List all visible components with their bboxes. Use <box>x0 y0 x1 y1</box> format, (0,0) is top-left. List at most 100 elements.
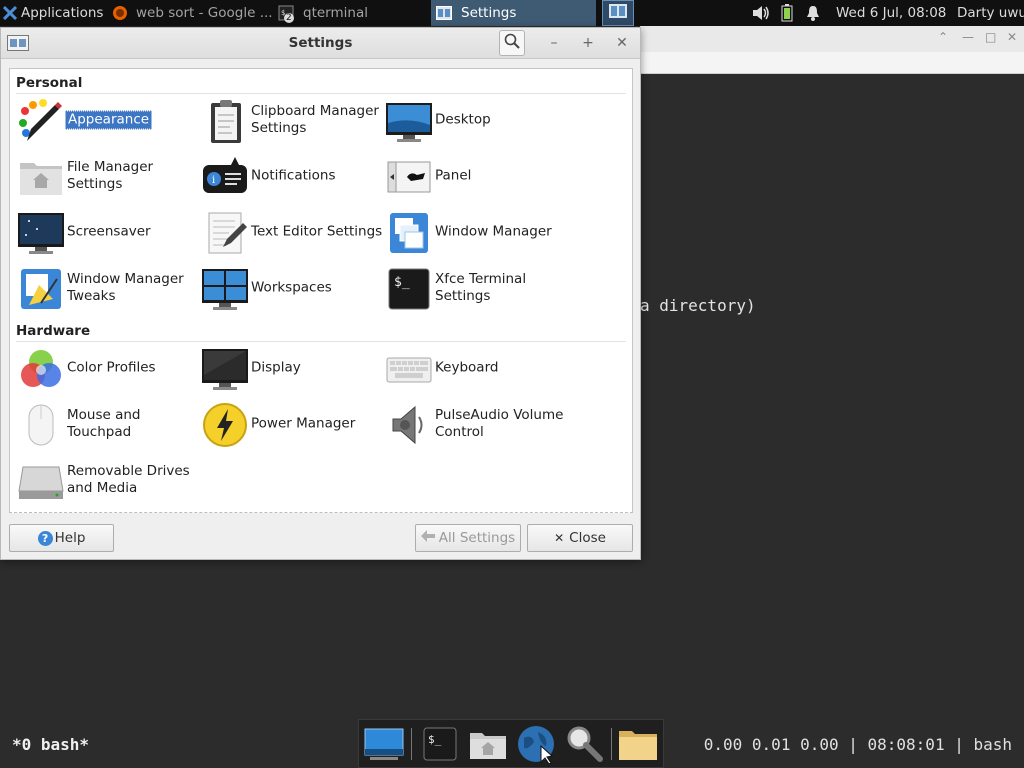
search-button[interactable] <box>499 30 525 56</box>
item-pulseaudio[interactable]: PulseAudio Volume Control <box>385 399 569 449</box>
item-clipboard-manager[interactable]: Clipboard Manager Settings <box>201 95 385 145</box>
close-label: Close <box>569 530 606 546</box>
color-profiles-icon <box>17 345 65 393</box>
help-label: Help <box>54 530 86 546</box>
workspace-switcher[interactable] <box>602 0 634 26</box>
terminal-output-line: a directory) <box>640 296 756 315</box>
item-label-pulseaudio: PulseAudio Volume Control <box>435 407 564 440</box>
item-label-panel: Panel <box>435 167 472 184</box>
minimize-icon: – <box>550 35 558 51</box>
terminal-close-button[interactable]: ✕ <box>1007 30 1017 44</box>
task-settings[interactable]: Settings <box>431 0 596 26</box>
terminal-maximize-button[interactable]: □ <box>985 30 996 44</box>
task-settings-label: Settings <box>461 5 517 21</box>
workspace-icon <box>608 3 628 23</box>
item-window-manager[interactable]: Window Manager <box>385 207 569 257</box>
home-folder-icon[interactable] <box>467 723 509 765</box>
battery-icon[interactable] <box>781 0 795 26</box>
terminal-launcher-icon[interactable]: $_ <box>419 723 461 765</box>
top-panel: Applications web sort - Google ... $ 2 q… <box>0 0 1024 26</box>
search-icon <box>504 33 520 53</box>
volume-icon[interactable] <box>752 0 772 26</box>
search-app-icon[interactable] <box>563 723 605 765</box>
workspaces-icon <box>201 265 249 313</box>
item-label-power-manager: Power Manager <box>251 415 356 432</box>
section-divider <box>16 93 626 94</box>
help-icon: ? <box>37 530 53 546</box>
item-label-workspaces: Workspaces <box>251 279 332 296</box>
item-terminal-settings[interactable]: $_ Xfce Terminal Settings <box>385 263 569 313</box>
item-label-display: Display <box>251 359 301 376</box>
item-label-removable-drives: Removable Drives and Media <box>67 463 190 496</box>
item-label-clipboard-manager: Clipboard Manager Settings <box>251 103 379 136</box>
web-browser-icon[interactable] <box>515 723 557 765</box>
svg-text:$_: $_ <box>428 733 442 746</box>
all-settings-button[interactable]: All Settings <box>415 524 521 552</box>
item-label-mouse-touchpad: Mouse and Touchpad <box>67 407 141 440</box>
display-icon <box>201 345 249 393</box>
notifications-icon: i <box>201 153 249 201</box>
task-qterminal[interactable]: $ 2 qterminal <box>277 0 427 26</box>
settings-titlebar: Settings – + ✕ <box>1 28 640 59</box>
notification-bell-icon[interactable] <box>806 0 822 26</box>
item-appearance[interactable]: Appearance <box>17 95 201 145</box>
item-power-manager[interactable]: Power Manager <box>201 399 385 449</box>
section-heading-hardware: Hardware <box>16 323 91 339</box>
back-arrow-icon <box>420 530 435 546</box>
section-heading-personal: Personal <box>16 75 83 91</box>
item-color-profiles[interactable]: Color Profiles <box>17 343 201 393</box>
tmux-status-right: 0.00 0.01 0.00 | 08:08:01 | bash <box>703 735 1012 754</box>
appearance-icon <box>17 97 65 145</box>
window-manager-tweaks-icon <box>17 265 65 313</box>
item-panel[interactable]: Panel <box>385 151 569 201</box>
item-label-desktop: Desktop <box>435 111 491 128</box>
minimize-button[interactable]: – <box>541 30 567 56</box>
dock-separator <box>611 728 612 760</box>
applications-menu[interactable]: Applications <box>2 0 103 26</box>
window-manager-icon <box>385 209 433 257</box>
close-button[interactable]: ✕ Close <box>527 524 633 552</box>
svg-text:$_: $_ <box>394 275 410 290</box>
user-name[interactable]: Darty uwu <box>957 0 1024 26</box>
terminal-shade-button[interactable]: ⌃ <box>938 30 948 44</box>
drive-icon <box>17 457 65 505</box>
all-settings-label: All Settings <box>438 530 516 546</box>
section-divider <box>16 341 626 342</box>
item-desktop[interactable]: Desktop <box>385 95 569 145</box>
item-notifications[interactable]: i Notifications <box>201 151 385 201</box>
dock-separator <box>411 728 412 760</box>
item-text-editor[interactable]: Text Editor Settings <box>201 207 385 257</box>
terminal-minimize-button[interactable]: — <box>962 30 974 44</box>
clock[interactable]: Wed 6 Jul, 08:08 <box>836 0 946 26</box>
firefox-icon <box>112 5 128 21</box>
item-label-terminal-settings: Xfce Terminal Settings <box>435 271 527 304</box>
maximize-button[interactable]: + <box>575 30 601 56</box>
item-screensaver[interactable]: Screensaver <box>17 207 201 257</box>
maximize-icon: + <box>582 35 594 51</box>
files-folder-icon[interactable] <box>617 723 659 765</box>
close-window-button[interactable]: ✕ <box>609 30 635 56</box>
item-label-text-editor: Text Editor Settings <box>251 223 383 240</box>
dock: $_ <box>358 719 664 768</box>
panel-icon <box>385 153 433 201</box>
mouse-icon <box>17 401 65 449</box>
task-browser[interactable]: web sort - Google ... <box>112 0 272 26</box>
item-display[interactable]: Display <box>201 343 385 393</box>
tmux-window-indicator: *0 bash* <box>12 735 90 754</box>
terminal-icon: $_ <box>385 265 433 313</box>
close-icon: ✕ <box>616 35 628 51</box>
item-label-appearance: Appearance <box>65 110 153 130</box>
keyboard-icon <box>385 345 433 393</box>
help-button[interactable]: ? Help <box>9 524 114 552</box>
item-removable-drives[interactable]: Removable Drives and Media <box>17 455 201 505</box>
settings-task-icon <box>435 6 453 20</box>
item-window-manager-tweaks[interactable]: Window Manager Tweaks <box>17 263 201 313</box>
show-desktop-icon[interactable] <box>363 723 405 765</box>
item-mouse-touchpad[interactable]: Mouse and Touchpad <box>17 399 201 449</box>
item-label-window-manager-tweaks: Window Manager Tweaks <box>67 271 184 304</box>
svg-text:i: i <box>212 175 215 186</box>
terminal-task-icon: $ 2 <box>277 5 295 23</box>
item-workspaces[interactable]: Workspaces <box>201 263 385 313</box>
item-file-manager[interactable]: File Manager Settings <box>17 151 201 201</box>
item-keyboard[interactable]: Keyboard <box>385 343 569 393</box>
